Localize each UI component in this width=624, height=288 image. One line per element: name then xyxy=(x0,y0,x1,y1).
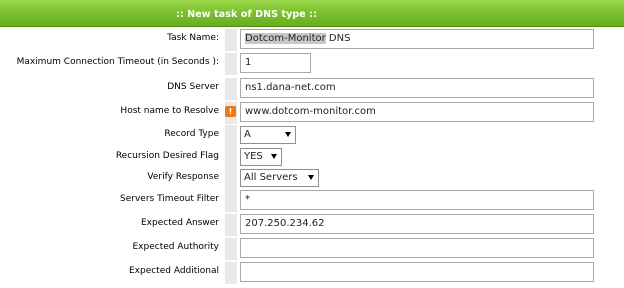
dns-server-input[interactable]: ns1.dana-net.com xyxy=(240,78,594,98)
recursion-value: YES xyxy=(244,151,263,162)
servers-timeout-filter-row: Servers Timeout Filter * xyxy=(0,190,624,212)
record-type-row: Record Type A xyxy=(0,125,624,147)
row-gutter xyxy=(225,262,237,284)
chevron-down-icon xyxy=(308,175,314,180)
max-timeout-row: Maximum Connection Timeout (in Seconds )… xyxy=(0,53,624,75)
verify-response-row: Verify Response All Servers xyxy=(0,168,624,190)
dns-server-label: DNS Server xyxy=(167,82,219,92)
row-gutter xyxy=(225,147,237,169)
host-name-input[interactable]: www.dotcom-monitor.com xyxy=(240,102,594,122)
dns-server-row: DNS Server ns1.dana-net.com xyxy=(0,78,624,100)
verify-response-select[interactable]: All Servers xyxy=(240,169,319,187)
form-title: :: New task of DNS type :: xyxy=(176,9,318,20)
expected-authority-label: Expected Authority xyxy=(132,242,219,252)
task-name-input[interactable]: Dotcom-Monitor DNS xyxy=(240,29,594,49)
task-name-text: DNS xyxy=(325,33,351,44)
recursion-select[interactable]: YES xyxy=(240,148,282,166)
servers-timeout-filter-label: Servers Timeout Filter xyxy=(120,194,219,204)
row-gutter xyxy=(225,168,237,190)
expected-answer-input[interactable]: 207.250.234.62 xyxy=(240,214,594,234)
form-header: :: New task of DNS type :: xyxy=(0,0,624,27)
verify-response-label: Verify Response xyxy=(147,172,219,182)
max-timeout-input[interactable]: 1 xyxy=(240,53,311,73)
expected-authority-input[interactable] xyxy=(240,238,594,258)
chevron-down-icon xyxy=(285,132,291,137)
task-name-row: Task Name: Dotcom-Monitor DNS xyxy=(0,29,624,51)
max-timeout-label: Maximum Connection Timeout (in Seconds )… xyxy=(16,57,219,67)
recursion-row: Recursion Desired Flag YES xyxy=(0,147,624,169)
row-gutter xyxy=(225,214,237,236)
host-name-label: Host name to Resolve xyxy=(120,106,219,116)
recursion-label: Recursion Desired Flag xyxy=(115,151,219,161)
expected-additional-input[interactable] xyxy=(240,262,594,282)
host-name-row: Host name to Resolve ! www.dotcom-monito… xyxy=(0,102,624,124)
expected-additional-label: Expected Additional xyxy=(128,266,219,276)
servers-timeout-filter-input[interactable]: * xyxy=(240,190,594,210)
verify-response-value: All Servers xyxy=(244,172,298,183)
task-name-label: Task Name: xyxy=(167,33,219,43)
record-type-label: Record Type xyxy=(164,129,219,139)
row-gutter xyxy=(225,190,237,212)
row-gutter xyxy=(225,125,237,147)
row-gutter xyxy=(225,53,237,75)
row-gutter xyxy=(225,238,237,260)
chevron-down-icon xyxy=(271,154,277,159)
row-gutter xyxy=(225,78,237,100)
expected-additional-row: Expected Additional xyxy=(0,262,624,284)
expected-authority-row: Expected Authority xyxy=(0,238,624,260)
expected-answer-row: Expected Answer 207.250.234.62 xyxy=(0,214,624,236)
task-name-selected-text: Dotcom-Monitor xyxy=(245,33,326,44)
warning-icon: ! xyxy=(225,106,236,117)
record-type-select[interactable]: A xyxy=(240,126,296,144)
expected-answer-label: Expected Answer xyxy=(141,218,219,228)
record-type-value: A xyxy=(244,129,251,140)
row-gutter xyxy=(225,29,237,51)
